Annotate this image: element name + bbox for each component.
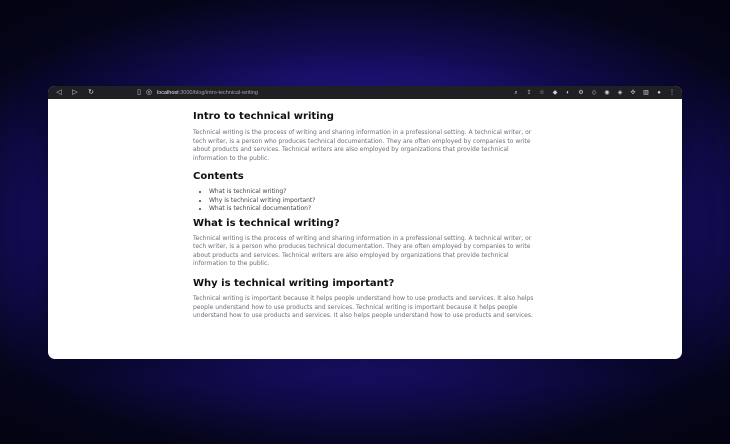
browser-toolbar: ◁ ▷ ↻ ▯ ◎ localhost:3000/blog/intro-tech… <box>48 86 682 99</box>
extension-a-icon[interactable]: ◆ <box>551 88 559 98</box>
menu-icon[interactable]: ⋮ <box>668 88 676 98</box>
profile-icon[interactable]: ● <box>655 88 663 98</box>
address-bar[interactable]: ◎ localhost:3000/blog/intro-technical-wr… <box>144 88 258 97</box>
extension-d-icon[interactable]: ◇ <box>590 88 598 98</box>
contents-item[interactable]: What is technical writing? <box>209 188 538 196</box>
share-icon[interactable]: ⇪ <box>525 88 533 98</box>
arrow-right-icon[interactable]: ▷ <box>70 88 80 98</box>
zoom-icon[interactable]: ⌕ <box>512 88 520 98</box>
contents-item[interactable]: What is technical documentation? <box>209 205 538 213</box>
contents-heading: Contents <box>193 171 244 183</box>
nav-buttons: ◁ ▷ ↻ <box>54 88 96 98</box>
contents-list: What is technical writing? Why is techni… <box>193 188 538 213</box>
page-title: Intro to technical writing <box>193 111 334 122</box>
contents-section: Contents What is technical writing? Why … <box>193 171 538 213</box>
url-path: :3000/blog/intro-technical-writing <box>178 89 258 96</box>
bookmark-icon[interactable]: ▯ <box>134 88 144 98</box>
section-what-is: What is technical writing? Technical wri… <box>193 218 538 269</box>
section-body: Technical writing is important because i… <box>193 294 534 320</box>
arrow-left-icon[interactable]: ◁ <box>54 88 64 98</box>
section-body: Technical writing is the process of writ… <box>193 234 532 268</box>
section-why-important: Why is technical writing important? Tech… <box>193 278 538 321</box>
article: Intro to technical writing Technical wri… <box>193 111 538 321</box>
extension-b-icon[interactable]: ◐ <box>564 88 572 98</box>
browser-window: ◁ ▷ ↻ ▯ ◎ localhost:3000/blog/intro-tech… <box>48 86 682 359</box>
extension-f-icon[interactable]: ◈ <box>616 88 624 98</box>
contents-item[interactable]: Why is technical writing important? <box>209 197 538 205</box>
intro-paragraph: Technical writing is the process of writ… <box>193 129 532 162</box>
reload-icon[interactable]: ↻ <box>86 88 96 98</box>
url-host: localhost <box>157 89 179 96</box>
star-icon[interactable]: ☆ <box>538 88 546 98</box>
extension-e-icon[interactable]: ◉ <box>603 88 611 98</box>
section-heading: Why is technical writing important? <box>193 277 395 289</box>
puzzle-icon[interactable]: ✣ <box>629 88 637 98</box>
sidebar-icon[interactable]: ▥ <box>642 88 650 98</box>
site-info-icon[interactable]: ◎ <box>144 88 154 98</box>
extension-c-icon[interactable]: ⚙ <box>577 88 585 98</box>
section-heading: What is technical writing? <box>193 217 340 229</box>
toolbar-actions: ⌕ ⇪ ☆ ◆ ◐ ⚙ ◇ ◉ ◈ ✣ ▥ ● ⋮ <box>512 88 676 98</box>
